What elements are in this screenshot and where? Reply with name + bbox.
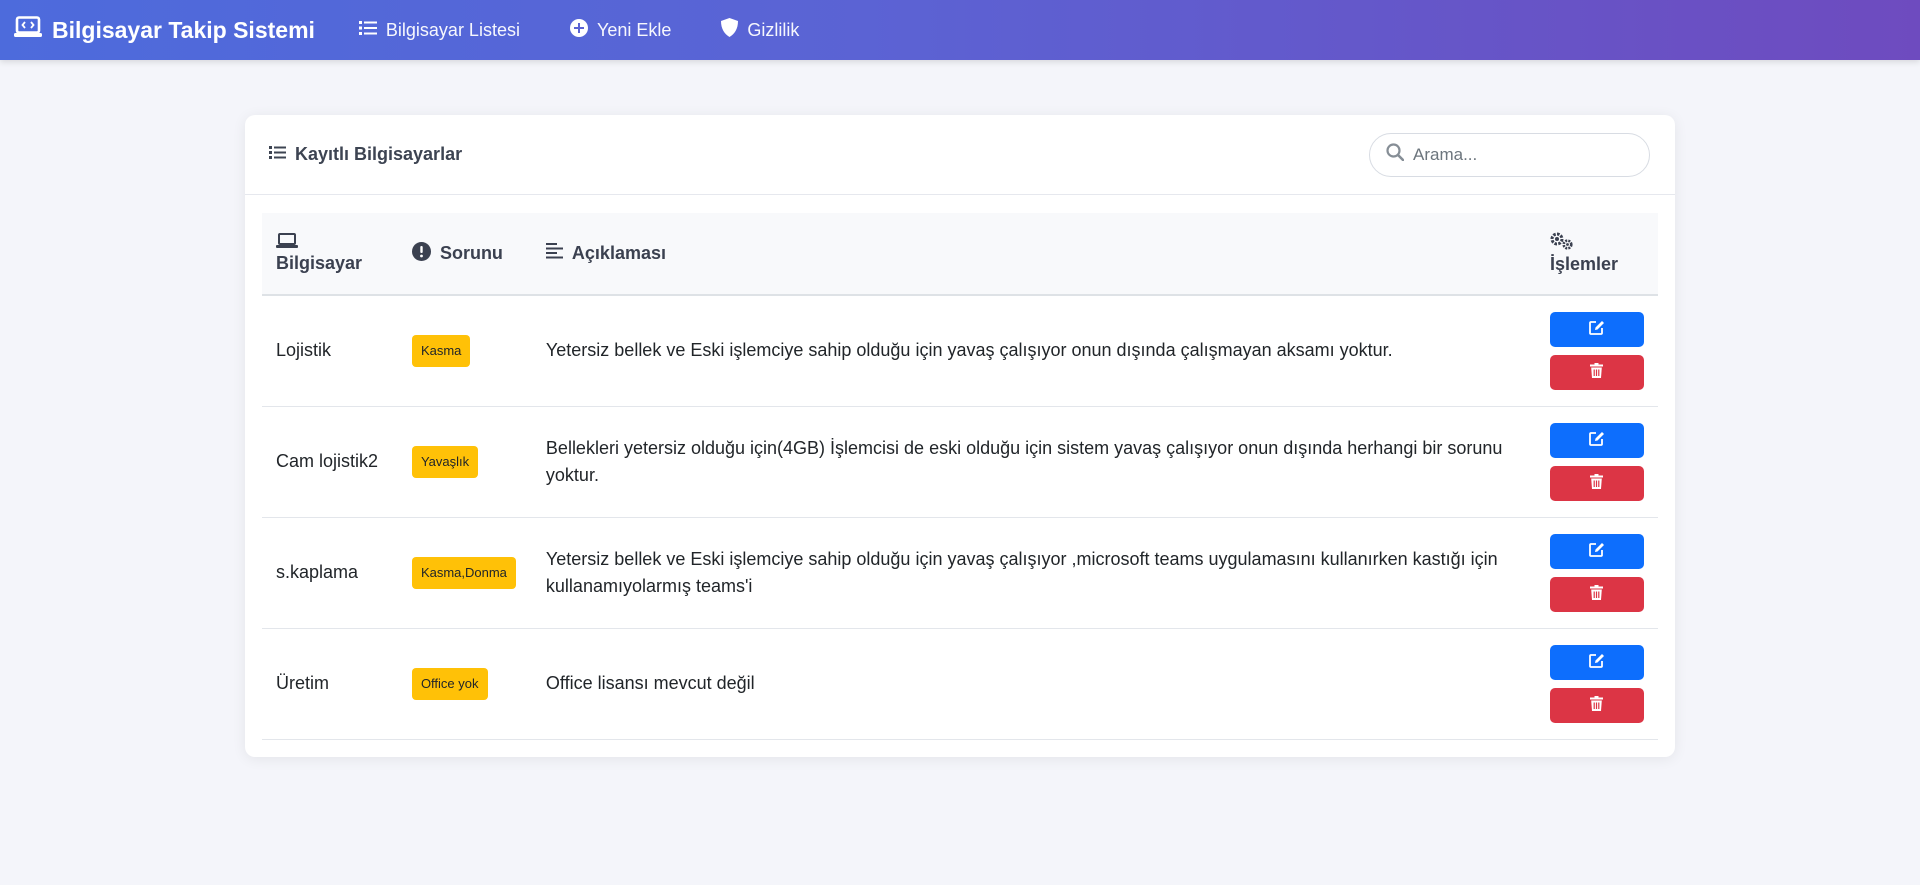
issue-badge: Kasma,Donma bbox=[411, 556, 516, 589]
column-header-label: Bilgisayar bbox=[276, 253, 363, 273]
issue-badge: Yavaşlık bbox=[411, 445, 479, 478]
edit-icon bbox=[1589, 431, 1605, 449]
actions-cell bbox=[1535, 406, 1658, 518]
column-header-label: İşlemler bbox=[1549, 254, 1619, 274]
table-row: Cam lojistik2 Yavaşlık Bellekleri yeters… bbox=[262, 406, 1658, 518]
align-left-icon bbox=[545, 243, 572, 264]
actions-cell bbox=[1535, 517, 1658, 629]
card-title-text: Kayıtlı Bilgisayarlar bbox=[295, 144, 463, 164]
edit-button[interactable] bbox=[1549, 422, 1644, 458]
column-header-label: Açıklaması bbox=[571, 243, 666, 263]
edit-icon bbox=[1589, 320, 1605, 338]
delete-button[interactable] bbox=[1549, 576, 1644, 612]
nav-link-label: Gizlilik bbox=[747, 19, 800, 40]
delete-button[interactable] bbox=[1549, 465, 1644, 501]
trash-icon bbox=[1590, 474, 1604, 492]
delete-button[interactable] bbox=[1549, 354, 1644, 390]
column-header-label: Sorunu bbox=[439, 243, 503, 263]
table-row: Lojistik Kasma Yetersiz bellek ve Eski i… bbox=[262, 295, 1658, 407]
issue-badge: Office yok bbox=[411, 667, 488, 700]
brand[interactable]: Bilgisayar Takip Sistemi bbox=[14, 16, 315, 44]
list-icon bbox=[269, 144, 295, 165]
edit-button[interactable] bbox=[1549, 311, 1644, 347]
description-cell: Office lisansı mevcut değil bbox=[531, 628, 1536, 740]
issue-cell: Kasma,Donma bbox=[397, 517, 532, 629]
computers-card: Kayıtlı Bilgisayarlar Arama... Bilgisaya… bbox=[245, 115, 1675, 757]
laptop-code-icon bbox=[14, 16, 52, 44]
card-title: Kayıtlı Bilgisayarlar bbox=[269, 144, 462, 165]
nav-link-bilgisayar-listesi[interactable]: Bilgisayar Listesi bbox=[358, 19, 520, 41]
card-header: Kayıtlı Bilgisayarlar bbox=[245, 115, 1675, 195]
laptop-icon bbox=[276, 233, 384, 249]
cogs-icon bbox=[1550, 232, 1644, 250]
computer-cell: Cam lojistik2 bbox=[262, 406, 398, 518]
exclamation-circle-icon bbox=[411, 241, 440, 266]
column-header-islemler: İşlemler bbox=[1535, 213, 1658, 296]
nav-link-label: Yeni Ekle bbox=[596, 19, 672, 40]
table-row: s.kaplama Kasma,Donma Yetersiz bellek ve… bbox=[262, 517, 1658, 629]
plus-circle-icon bbox=[569, 18, 597, 42]
issue-cell: Yavaşlık bbox=[397, 406, 532, 518]
search-icon bbox=[1386, 143, 1413, 166]
trash-icon bbox=[1590, 363, 1604, 381]
shield-icon bbox=[721, 18, 747, 42]
edit-button[interactable] bbox=[1549, 533, 1644, 569]
delete-button[interactable] bbox=[1549, 687, 1644, 723]
actions-cell bbox=[1535, 628, 1658, 740]
column-header-aciklamasi[interactable]: Açıklaması bbox=[531, 213, 1536, 296]
issue-badge: Kasma bbox=[411, 334, 471, 367]
description-cell: Yetersiz bellek ve Eski işlemciye sahip … bbox=[531, 517, 1536, 629]
navbar: Bilgisayar Takip Sistemi Bilgisayar List… bbox=[0, 0, 1920, 60]
trash-icon bbox=[1590, 696, 1604, 714]
actions-cell bbox=[1535, 295, 1658, 407]
brand-title: Bilgisayar Takip Sistemi bbox=[52, 16, 315, 43]
edit-button[interactable] bbox=[1549, 644, 1644, 680]
column-header-sorunu[interactable]: Sorunu bbox=[397, 213, 532, 296]
description-cell: Bellekleri yetersiz olduğu için(4GB) İşl… bbox=[531, 406, 1536, 518]
nav-link-gizlilik[interactable]: Gizlilik bbox=[721, 18, 799, 42]
computer-cell: Lojistik bbox=[262, 295, 398, 407]
list-icon bbox=[358, 20, 386, 41]
edit-icon bbox=[1589, 653, 1605, 671]
nav-link-yeni-ekle[interactable]: Yeni Ekle bbox=[569, 18, 672, 42]
computer-cell: Üretim bbox=[262, 628, 398, 740]
issue-cell: Office yok bbox=[397, 628, 532, 740]
edit-icon bbox=[1589, 542, 1605, 560]
computers-table: Bilgisayar Sorunu Açıklaması İşlemler Lo… bbox=[262, 213, 1658, 740]
issue-cell: Kasma bbox=[397, 295, 532, 407]
table-row: Üretim Office yok Office lisansı mevcut … bbox=[262, 628, 1658, 740]
search-input[interactable] bbox=[1413, 144, 1633, 165]
computers-table-wrap: Bilgisayar Sorunu Açıklaması İşlemler Lo… bbox=[262, 213, 1658, 740]
column-header-bilgisayar[interactable]: Bilgisayar bbox=[262, 213, 398, 296]
search-box[interactable] bbox=[1369, 132, 1650, 177]
computer-cell: s.kaplama bbox=[262, 517, 398, 629]
table-header-row: Bilgisayar Sorunu Açıklaması İşlemler bbox=[262, 213, 1658, 296]
nav-link-label: Bilgisayar Listesi bbox=[385, 19, 520, 40]
description-cell: Yetersiz bellek ve Eski işlemciye sahip … bbox=[531, 295, 1536, 407]
trash-icon bbox=[1590, 585, 1604, 603]
